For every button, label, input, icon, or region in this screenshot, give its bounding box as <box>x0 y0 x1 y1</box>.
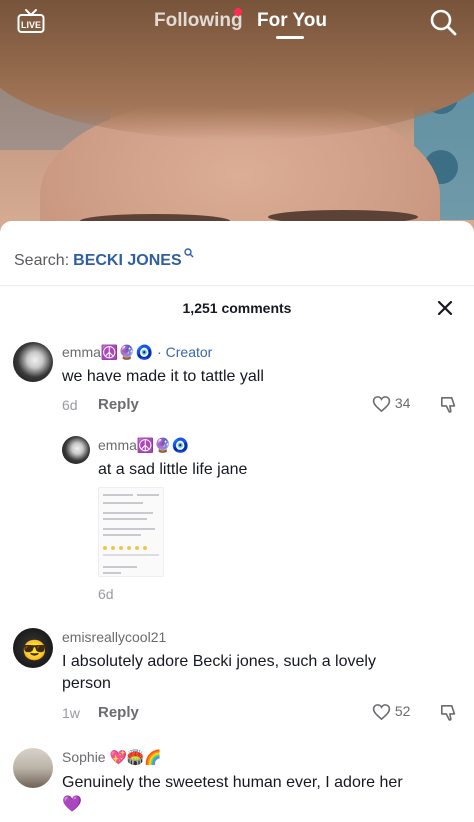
creator-label: · Creator <box>157 344 213 360</box>
comment-text-line: Genuinely the sweetest human ever, I ado… <box>62 774 403 791</box>
search-icon[interactable] <box>429 8 457 36</box>
comment-count: 1,251 comments <box>182 300 292 316</box>
comment-username[interactable]: emma☮️🔮🧿 <box>98 437 189 454</box>
comment-age: 1w <box>62 705 80 721</box>
notification-dot <box>234 8 242 16</box>
search-term[interactable]: BECKI JONES <box>73 252 181 269</box>
username-badges: ☮️🔮🧿 <box>100 344 154 360</box>
like-button[interactable]: 52 <box>372 703 410 721</box>
avatar[interactable] <box>13 342 53 382</box>
live-icon[interactable]: LIVE <box>17 8 45 34</box>
dislike-icon[interactable] <box>440 396 458 414</box>
like-count: 34 <box>394 395 411 411</box>
comment-text: we have made it to tattle yall <box>62 368 264 385</box>
comment-text-line: 💜 <box>62 796 82 813</box>
comment-text: Genuinely the sweetest human ever, I ado… <box>62 772 403 816</box>
avatar[interactable] <box>13 628 53 668</box>
avatar[interactable] <box>13 748 53 788</box>
username-text[interactable]: emma <box>62 344 101 360</box>
comment-username[interactable]: emisreallycool21 <box>62 629 166 645</box>
heart-icon <box>372 396 391 413</box>
username-badges: ☮️🔮🧿 <box>136 437 190 453</box>
heart-icon <box>372 704 391 721</box>
search-label: Search: <box>14 252 70 269</box>
like-button[interactable]: 34 <box>372 395 410 413</box>
search-suggestion[interactable]: Search: BECKI JONES <box>14 245 194 270</box>
tab-following[interactable]: Following <box>154 10 243 32</box>
search-mini-icon <box>183 245 194 258</box>
comment-text: I absolutely adore Becki jones, such a l… <box>62 651 376 695</box>
comment-text-line: I absolutely adore Becki jones, such a l… <box>62 653 376 670</box>
comment-age: 6d <box>62 397 78 413</box>
comment-text-line: person <box>62 675 111 692</box>
top-nav: LIVE Following For You <box>0 0 474 48</box>
comment-text: at a sad little life jane <box>98 461 248 478</box>
active-tab-indicator <box>276 36 304 39</box>
reply-button[interactable]: Reply <box>98 396 139 413</box>
comment-image-thumbnail[interactable] <box>98 487 164 577</box>
like-count: 52 <box>394 703 411 719</box>
avatar[interactable] <box>62 436 90 464</box>
comment-age: 6d <box>98 586 114 602</box>
username-badges: 💖🏟️🌈 <box>109 749 162 765</box>
reply-button[interactable]: Reply <box>98 704 139 721</box>
tab-for-you[interactable]: For You <box>257 10 327 32</box>
comment-username[interactable]: emma☮️🔮🧿 · Creator <box>62 344 212 361</box>
comments-sheet: Search: BECKI JONES 1,251 comments emma☮️… <box>0 221 474 822</box>
dislike-icon[interactable] <box>440 704 458 722</box>
username-text[interactable]: emma <box>98 437 137 453</box>
comment-username[interactable]: Sophie 💖🏟️🌈 <box>62 749 162 766</box>
close-icon[interactable] <box>436 299 454 317</box>
username-text[interactable]: Sophie <box>62 749 106 765</box>
divider <box>0 285 474 286</box>
live-label: LIVE <box>21 20 41 30</box>
